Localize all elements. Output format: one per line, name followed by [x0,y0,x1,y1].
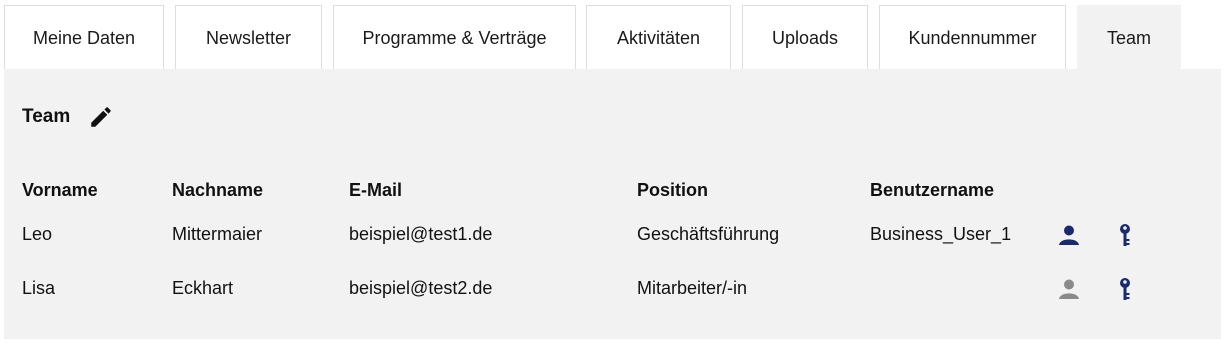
tab-newsletter[interactable]: Newsletter [175,5,322,70]
tab-programme-vertraege[interactable]: Programme & Verträge [333,5,576,70]
tab-meine-daten[interactable]: Meine Daten [4,5,164,70]
cell-nachname: Eckhart [172,278,234,298]
header-benutzername: Benutzername [870,180,995,200]
key-icon[interactable] [1118,223,1132,247]
section-title: Team [22,106,71,127]
pencil-icon[interactable] [88,104,114,130]
tab-team[interactable]: Team [1077,5,1181,70]
tab-kundennummer[interactable]: Kundennummer [879,5,1066,70]
cell-email: beispiel@test1.de [349,224,493,244]
tab-label: Team [1106,27,1151,48]
cell-vorname: Leo [22,224,53,244]
cell-nachname: Mittermaier [172,224,263,244]
tab-label: Programme & Verträge [362,27,547,48]
cell-email: beispiel@test2.de [349,278,493,298]
user-icon[interactable] [1058,278,1080,300]
header-vorname: Vorname [22,180,98,200]
tab-label: Aktivitäten [616,27,701,48]
tab-bar: Meine Daten Newsletter Programme & Vertr… [0,0,1225,70]
header-email: E-Mail [349,180,403,200]
tab-aktivitaeten[interactable]: Aktivitäten [586,5,731,70]
cell-benutzername: Business_User_1 [870,224,1012,244]
tab-uploads[interactable]: Uploads [742,5,868,70]
cell-vorname: Lisa [22,278,56,298]
tab-label: Uploads [771,27,839,48]
tab-label: Newsletter [205,27,292,48]
cell-position: Mitarbeiter/-in [637,278,748,298]
tab-label: Meine Daten [32,27,136,48]
cell-position: Geschäftsführung [637,224,780,244]
user-icon[interactable] [1058,224,1080,246]
team-panel: Team Vorname Nachname E-Mail Position Be… [4,69,1221,339]
header-position: Position [637,180,708,200]
header-nachname: Nachname [172,180,264,200]
key-icon[interactable] [1118,277,1132,301]
tab-label: Kundennummer [908,27,1037,48]
